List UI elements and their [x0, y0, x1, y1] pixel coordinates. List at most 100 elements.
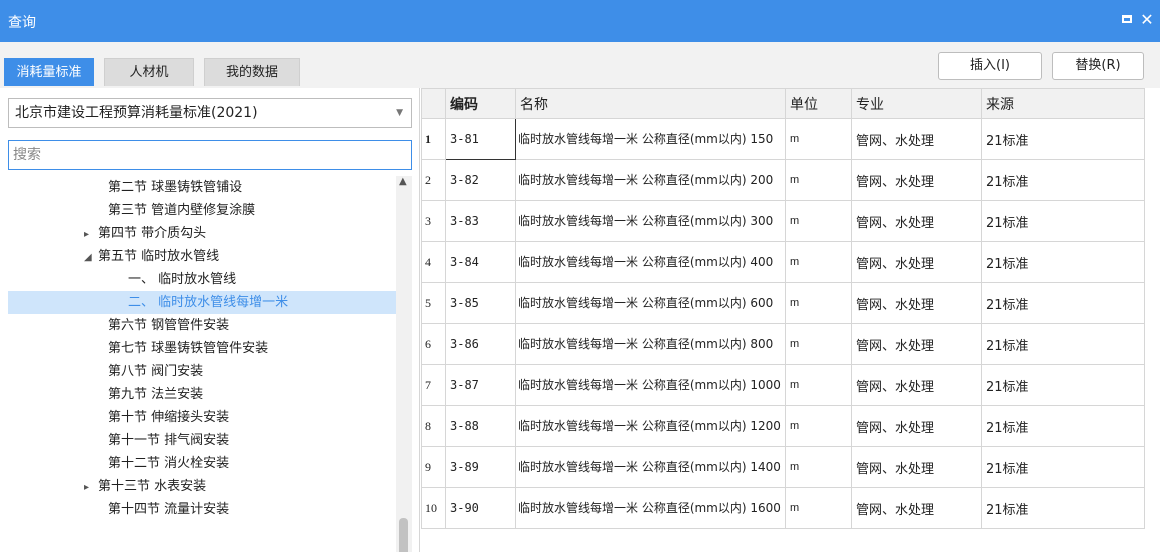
chevron-down-icon[interactable]: ▼ [396, 99, 403, 127]
table-row[interactable]: 6 3-86 临时放水管线每增一米 公称直径(mm以内) 800 m 管网、水处理 21标… [421, 323, 1145, 365]
close-icon[interactable]: ✕ [1138, 11, 1156, 29]
unit-cell[interactable]: m [785, 282, 852, 324]
major-cell[interactable]: 管网、水处理 [851, 282, 982, 324]
name-cell[interactable]: 临时放水管线每增一米 公称直径(mm以内) 1400 [515, 446, 786, 488]
tree-item[interactable]: ▸ 第四节 带介质勾头 [84, 222, 206, 245]
table-row[interactable]: 7 3-87 临时放水管线每增一米 公称直径(mm以内) 1000 m 管网、水处理 21… [421, 364, 1145, 406]
unit-cell[interactable]: m [785, 118, 852, 160]
name-cell[interactable]: 临时放水管线每增一米 公称直径(mm以内) 800 [515, 323, 786, 365]
header-major[interactable]: 专业 [851, 88, 982, 119]
table-row[interactable]: 3 3-83 临时放水管线每增一米 公称直径(mm以内) 300 m 管网、水处理 21标… [421, 200, 1145, 242]
tab-labor-material-machine[interactable]: 人材机 [104, 58, 194, 86]
tree-item[interactable]: 第二节 球墨铸铁管铺设 [108, 176, 242, 199]
unit-cell[interactable]: m [785, 323, 852, 365]
table-row[interactable]: 1 3-81 临时放水管线每增一米 公称直径(mm以内) 150 m 管网、水处理 21标… [421, 118, 1145, 160]
source-cell[interactable]: 21标准 [981, 200, 1145, 242]
table-row[interactable]: 2 3-82 临时放水管线每增一米 公称直径(mm以内) 200 m 管网、水处理 21标… [421, 159, 1145, 201]
unit-cell[interactable]: m [785, 159, 852, 201]
major-cell[interactable]: 管网、水处理 [851, 323, 982, 365]
tree-item[interactable]: 第七节 球墨铸铁管管件安装 [108, 337, 268, 360]
tree-item[interactable]: 第十一节 排气阀安装 [108, 429, 229, 452]
tree-item[interactable]: ▸ 第十三节 水表安装 [84, 475, 206, 498]
unit-cell[interactable]: m [785, 487, 852, 529]
search-input[interactable] [8, 140, 412, 170]
unit-cell[interactable]: m [785, 405, 852, 447]
table-row[interactable]: 9 3-89 临时放水管线每增一米 公称直径(mm以内) 1400 m 管网、水处理 21… [421, 446, 1145, 488]
source-cell[interactable]: 21标准 [981, 118, 1145, 160]
replace-button[interactable]: 替换(R) [1052, 52, 1144, 80]
name-cell[interactable]: 临时放水管线每增一米 公称直径(mm以内) 400 [515, 241, 786, 283]
name-cell[interactable]: 临时放水管线每增一米 公称直径(mm以内) 1200 [515, 405, 786, 447]
row-number[interactable]: 3 [421, 200, 446, 242]
code-cell[interactable]: 3-86 [445, 323, 516, 365]
code-cell[interactable]: 3-81 [445, 118, 516, 160]
table-row[interactable]: 4 3-84 临时放水管线每增一米 公称直径(mm以内) 400 m 管网、水处理 21标… [421, 241, 1145, 283]
row-number[interactable]: 4 [421, 241, 446, 283]
code-cell[interactable]: 3-90 [445, 487, 516, 529]
source-cell[interactable]: 21标准 [981, 487, 1145, 529]
major-cell[interactable]: 管网、水处理 [851, 200, 982, 242]
row-number[interactable]: 10 [421, 487, 446, 529]
major-cell[interactable]: 管网、水处理 [851, 487, 982, 529]
tree-scrollbar[interactable]: ▲ [396, 176, 412, 552]
row-number[interactable]: 6 [421, 323, 446, 365]
name-cell[interactable]: 临时放水管线每增一米 公称直径(mm以内) 1600 [515, 487, 786, 529]
tree-item[interactable]: 一、 临时放水管线 [128, 268, 236, 291]
major-cell[interactable]: 管网、水处理 [851, 118, 982, 160]
maximize-icon[interactable] [1118, 11, 1136, 29]
code-cell[interactable]: 3-82 [445, 159, 516, 201]
tab-consumption-standard[interactable]: 消耗量标准 [4, 58, 94, 86]
table-row[interactable]: 5 3-85 临时放水管线每增一米 公称直径(mm以内) 600 m 管网、水处理 21标… [421, 282, 1145, 324]
table-row[interactable]: 8 3-88 临时放水管线每增一米 公称直径(mm以内) 1200 m 管网、水处理 21… [421, 405, 1145, 447]
tree-item[interactable]: 第十四节 流量计安装 [108, 498, 229, 521]
standard-select[interactable]: 北京市建设工程预算消耗量标准(2021) ▼ [8, 98, 412, 128]
major-cell[interactable]: 管网、水处理 [851, 241, 982, 283]
unit-cell[interactable]: m [785, 241, 852, 283]
code-cell[interactable]: 3-87 [445, 364, 516, 406]
unit-cell[interactable]: m [785, 446, 852, 488]
code-cell[interactable]: 3-88 [445, 405, 516, 447]
major-cell[interactable]: 管网、水处理 [851, 446, 982, 488]
tab-my-data[interactable]: 我的数据 [204, 58, 300, 86]
code-cell[interactable]: 3-84 [445, 241, 516, 283]
scrollbar-thumb[interactable] [399, 518, 408, 552]
tree-item[interactable]: 第十节 伸缩接头安装 [108, 406, 229, 429]
tree-item[interactable]: ◢ 第五节 临时放水管线 [84, 245, 219, 268]
tree-item[interactable]: 第八节 阀门安装 [108, 360, 203, 383]
name-cell[interactable]: 临时放水管线每增一米 公称直径(mm以内) 300 [515, 200, 786, 242]
source-cell[interactable]: 21标准 [981, 323, 1145, 365]
insert-button[interactable]: 插入(I) [938, 52, 1042, 80]
name-cell[interactable]: 临时放水管线每增一米 公称直径(mm以内) 150 [515, 118, 786, 160]
tree-item[interactable]: 第六节 钢管管件安装 [108, 314, 229, 337]
major-cell[interactable]: 管网、水处理 [851, 405, 982, 447]
row-number[interactable]: 7 [421, 364, 446, 406]
source-cell[interactable]: 21标准 [981, 282, 1145, 324]
source-cell[interactable]: 21标准 [981, 446, 1145, 488]
row-number[interactable]: 1 [421, 118, 446, 160]
row-number[interactable]: 8 [421, 405, 446, 447]
expand-icon[interactable]: ▸ [84, 223, 98, 246]
source-cell[interactable]: 21标准 [981, 159, 1145, 201]
name-cell[interactable]: 临时放水管线每增一米 公称直径(mm以内) 1000 [515, 364, 786, 406]
expand-icon[interactable]: ▸ [84, 476, 98, 499]
code-cell[interactable]: 3-85 [445, 282, 516, 324]
row-number[interactable]: 5 [421, 282, 446, 324]
tree-item[interactable]: 二、 临时放水管线每增一米 [8, 291, 396, 314]
row-number[interactable]: 9 [421, 446, 446, 488]
header-code[interactable]: 编码 [445, 88, 516, 119]
scroll-up-icon[interactable]: ▲ [399, 176, 407, 187]
header-name[interactable]: 名称 [515, 88, 786, 119]
table-row[interactable]: 10 3-90 临时放水管线每增一米 公称直径(mm以内) 1600 m 管网、水处理 2… [421, 487, 1145, 529]
collapse-icon[interactable]: ◢ [84, 246, 98, 269]
tree-item[interactable]: 第十二节 消火栓安装 [108, 452, 229, 475]
name-cell[interactable]: 临时放水管线每增一米 公称直径(mm以内) 600 [515, 282, 786, 324]
tree-item[interactable]: 第三节 管道内壁修复涂膜 [108, 199, 255, 222]
source-cell[interactable]: 21标准 [981, 405, 1145, 447]
code-cell[interactable]: 3-89 [445, 446, 516, 488]
row-number[interactable]: 2 [421, 159, 446, 201]
source-cell[interactable]: 21标准 [981, 364, 1145, 406]
unit-cell[interactable]: m [785, 364, 852, 406]
major-cell[interactable]: 管网、水处理 [851, 364, 982, 406]
major-cell[interactable]: 管网、水处理 [851, 159, 982, 201]
header-unit[interactable]: 单位 [785, 88, 852, 119]
